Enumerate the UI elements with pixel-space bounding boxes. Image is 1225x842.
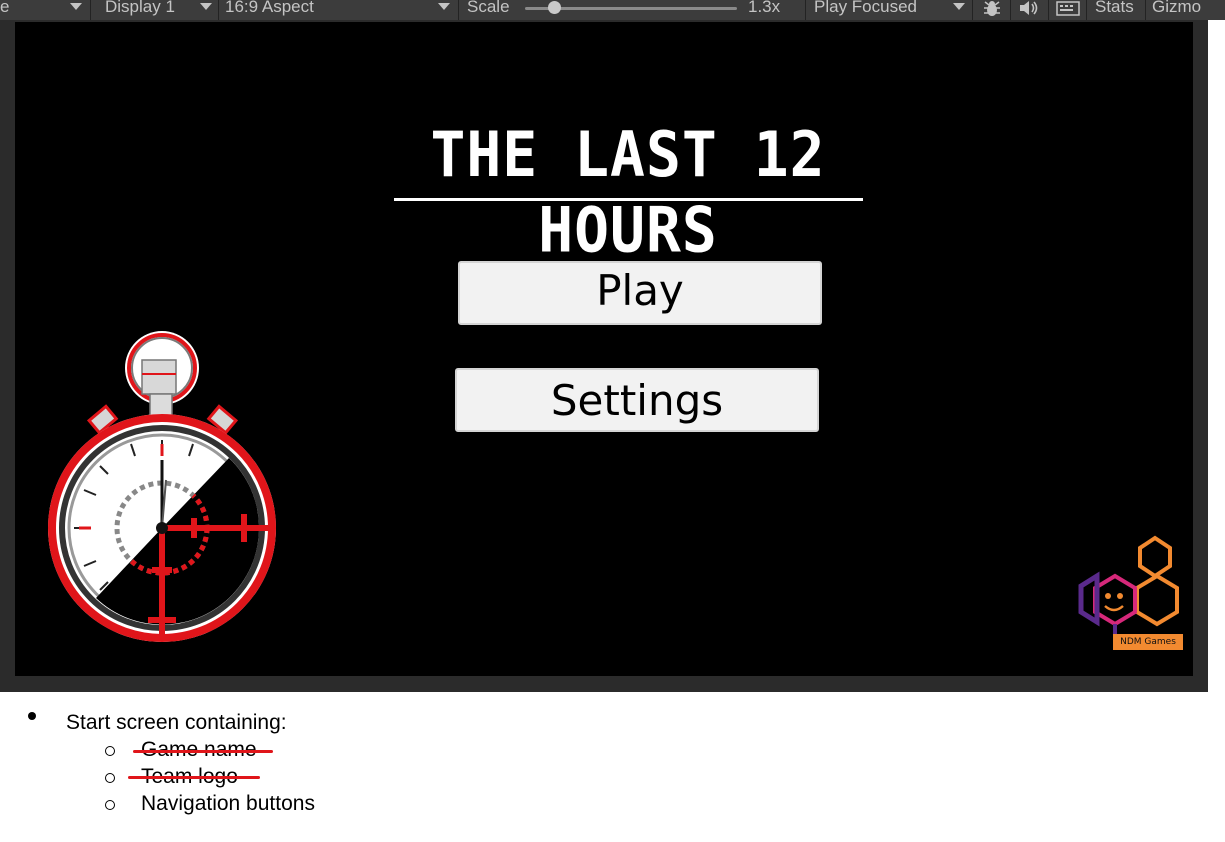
scale-label: Scale bbox=[467, 0, 510, 16]
display-chevron-icon[interactable] bbox=[200, 3, 212, 10]
toolbar-divider bbox=[972, 0, 973, 20]
toolbar-divider bbox=[1010, 0, 1011, 20]
requirements-notes: Start screen containing: Game name Team … bbox=[0, 692, 1225, 842]
toolbar-divider bbox=[1048, 0, 1049, 20]
game-view: THE LAST 12 HOURS Play Settings NDM Game… bbox=[15, 22, 1193, 676]
display-dropdown[interactable]: Display 1 bbox=[105, 0, 175, 15]
audio-icon[interactable] bbox=[1018, 0, 1040, 19]
play-button[interactable]: Play bbox=[458, 261, 822, 325]
game-view-bottom-bar bbox=[0, 676, 1208, 692]
notes-heading: Start screen containing: bbox=[66, 711, 287, 734]
chevron-down-icon[interactable] bbox=[70, 3, 82, 10]
toolbar-partial-label: e bbox=[0, 0, 10, 16]
aspect-chevron-icon[interactable] bbox=[438, 3, 450, 10]
toolbar-divider bbox=[805, 0, 806, 20]
settings-button[interactable]: Settings bbox=[455, 368, 819, 432]
game-title-text: THE LAST 12 HOURS bbox=[430, 117, 826, 267]
team-logo: NDM Games bbox=[1075, 530, 1190, 655]
play-mode-chevron-icon[interactable] bbox=[953, 3, 965, 10]
stats-button[interactable]: Stats bbox=[1095, 0, 1134, 15]
game-view-toolbar: e Display 1 16:9 Aspect Scale 1.3x Play … bbox=[0, 0, 1225, 20]
play-mode-dropdown[interactable]: Play Focused bbox=[814, 0, 917, 15]
keyboard-icon[interactable] bbox=[1056, 1, 1080, 19]
team-logo-label: NDM Games bbox=[1113, 634, 1183, 650]
toolbar-divider bbox=[218, 0, 219, 20]
scale-slider-handle[interactable] bbox=[548, 1, 561, 14]
title-underline bbox=[394, 198, 863, 201]
strikethrough-mark bbox=[128, 776, 260, 779]
gizmos-button[interactable]: Gizmo bbox=[1152, 0, 1201, 15]
bullet-dot bbox=[28, 712, 36, 720]
strikethrough-mark bbox=[133, 750, 273, 753]
sub-bullet bbox=[105, 800, 115, 810]
toolbar-divider bbox=[458, 0, 459, 20]
sub-bullet bbox=[105, 773, 115, 783]
toolbar-divider bbox=[90, 0, 91, 20]
note-item-navigation-buttons: Navigation buttons bbox=[141, 792, 315, 815]
game-title: THE LAST 12 HOURS bbox=[390, 117, 866, 267]
toolbar-divider bbox=[1086, 0, 1087, 20]
toolbar-divider bbox=[1145, 0, 1146, 20]
scale-value: 1.3x bbox=[748, 0, 781, 16]
bug-icon[interactable] bbox=[982, 0, 1002, 20]
aspect-dropdown[interactable]: 16:9 Aspect bbox=[225, 0, 314, 15]
stopwatch-crosshair-icon bbox=[44, 330, 284, 650]
sub-bullet bbox=[105, 746, 115, 756]
